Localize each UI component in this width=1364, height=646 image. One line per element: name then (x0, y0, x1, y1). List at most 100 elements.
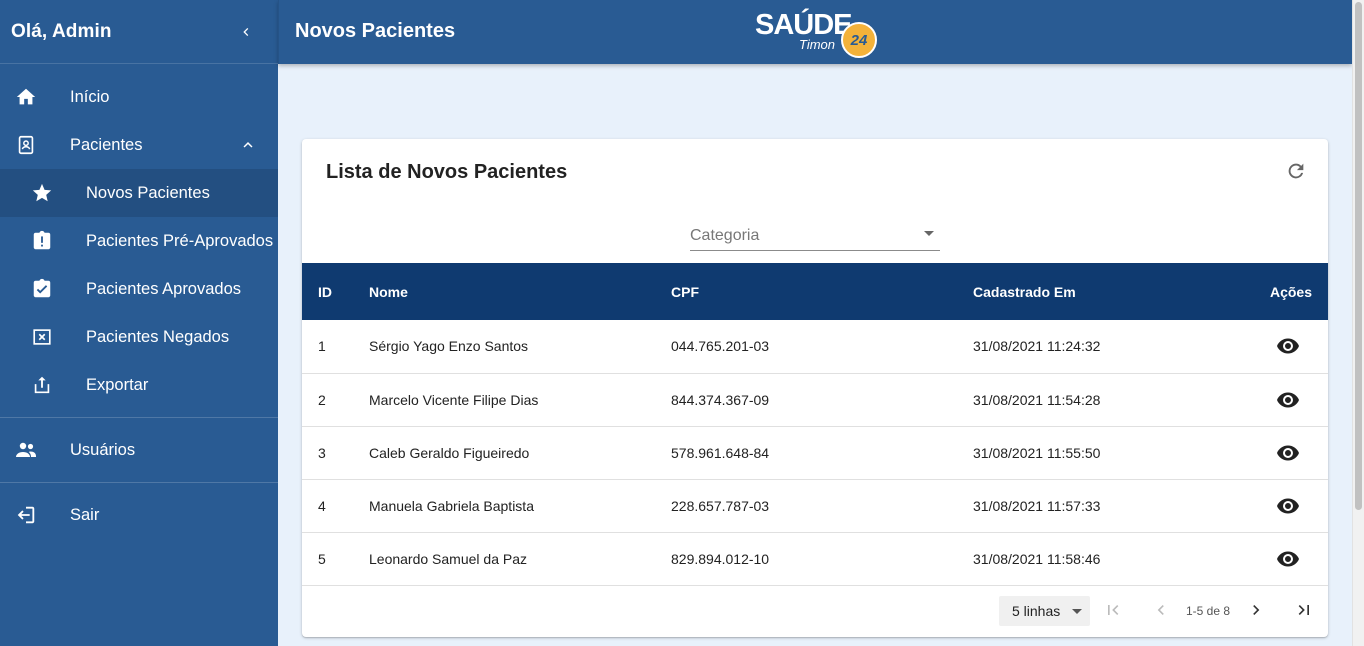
eye-icon (1277, 498, 1299, 513)
category-placeholder: Categoria (690, 227, 760, 244)
cell-cpf: 578.961.648-84 (671, 444, 770, 461)
cell-cpf: 844.374.367-09 (671, 391, 770, 408)
view-button[interactable] (1276, 441, 1300, 465)
cell-data: 31/08/2021 11:57:33 (973, 497, 1101, 514)
cell-acoes (1228, 320, 1328, 373)
card-title: Lista de Novos Pacientes (326, 161, 568, 183)
chevron-up-icon (236, 133, 260, 157)
refresh-button[interactable] (1284, 159, 1308, 183)
collapse-sidebar-button[interactable] (234, 20, 258, 44)
sidebar-item-negados[interactable]: Pacientes Negados (0, 313, 278, 361)
badge-icon (14, 133, 38, 157)
table-row: 5 Leonardo Samuel da Paz 829.894.012-10 … (302, 532, 1328, 585)
star-icon (30, 181, 54, 205)
sidebar-item-pre-aprovados[interactable]: Pacientes Pré-Aprovados (0, 217, 278, 265)
last-page-button[interactable] (1292, 598, 1316, 622)
first-page-icon (1108, 605, 1119, 615)
cell-data: 31/08/2021 11:58:46 (973, 550, 1101, 567)
next-page-button[interactable] (1244, 598, 1268, 622)
cell-data: 31/08/2021 11:55:50 (973, 444, 1101, 461)
pagination: 5 linhas 1-5 de 8 (302, 585, 1328, 637)
sidebar-divider (0, 417, 278, 418)
app-bar: Novos Pacientes SAÚDE Timon 24 (278, 0, 1352, 64)
greeting: Olá, Admin (11, 20, 112, 42)
column-header-cadastrado-em[interactable]: Cadastrado Em (957, 263, 1228, 320)
sidebar-item-label: Pacientes Aprovados (86, 279, 242, 298)
table-header-row: ID Nome CPF Cadastrado Em Ações (302, 263, 1328, 320)
table-row: 3 Caleb Geraldo Figueiredo 578.961.648-8… (302, 426, 1328, 479)
cell-cpf: 228.657.787-03 (671, 497, 770, 514)
page-scrollbar[interactable] (1352, 0, 1364, 646)
cell-data: 31/08/2021 11:54:28 (973, 391, 1101, 408)
dropdown-arrow-icon (924, 231, 934, 236)
eye-icon (1277, 551, 1299, 566)
sidebar-item-usuarios[interactable]: Usuários (0, 426, 278, 474)
chevron-left-icon (243, 27, 249, 36)
sidebar-item-inicio[interactable]: Início (0, 73, 278, 121)
cell-cpf: 829.894.012-10 (671, 550, 770, 567)
view-button[interactable] (1276, 388, 1300, 412)
view-button[interactable] (1276, 334, 1300, 358)
dropdown-arrow-icon (1072, 609, 1082, 614)
cell-id: 5 (318, 550, 326, 567)
rows-per-page-select[interactable]: 5 linhas (999, 596, 1090, 626)
cell-acoes (1228, 532, 1328, 585)
sidebar-item-label: Sair (70, 505, 100, 524)
rows-per-page-value: 5 linhas (1012, 603, 1061, 619)
logo-badge-number: 24 (850, 31, 868, 49)
chevron-right-icon (1253, 605, 1260, 615)
cell-nome: Leonardo Samuel da Paz (369, 550, 527, 567)
cell-nome: Manuela Gabriela Baptista (369, 497, 534, 514)
cell-acoes (1228, 479, 1328, 532)
cell-id: 3 (318, 444, 326, 461)
column-header-id[interactable]: ID (302, 263, 353, 320)
eye-icon (1277, 392, 1299, 407)
exit-icon (14, 503, 38, 527)
cell-acoes (1228, 373, 1328, 426)
column-header-acoes: Ações (1269, 283, 1312, 300)
cell-acoes (1228, 426, 1328, 479)
last-page-icon (1298, 605, 1309, 615)
column-header-cpf[interactable]: CPF (655, 263, 957, 320)
cell-id: 1 (318, 338, 326, 355)
sidebar-item-aprovados[interactable]: Pacientes Aprovados (0, 265, 278, 313)
logo-badge: 24 (841, 22, 877, 58)
eye-icon (1277, 445, 1299, 460)
clipboard-alert-icon (30, 229, 54, 253)
table-row: 1 Sérgio Yago Enzo Santos 044.765.201-03… (302, 320, 1328, 373)
cell-cpf: 044.765.201-03 (671, 338, 770, 355)
previous-page-button[interactable] (1149, 598, 1173, 622)
category-select[interactable]: Categoria (690, 223, 940, 251)
refresh-icon (1288, 163, 1304, 179)
sidebar-item-label: Novos Pacientes (86, 183, 210, 202)
sidebar-item-label: Pacientes Negados (86, 327, 230, 346)
sidebar-item-label: Exportar (86, 375, 149, 394)
chevron-left-icon (1157, 605, 1164, 615)
sidebar-item-sair[interactable]: Sair (0, 491, 278, 539)
sidebar: Olá, Admin Início Pacientes Novos Pacien… (0, 0, 278, 646)
close-box-icon (30, 325, 54, 349)
clipboard-check-icon (30, 277, 54, 301)
table-row: 2 Marcelo Vicente Filipe Dias 844.374.36… (302, 373, 1328, 426)
view-button[interactable] (1276, 494, 1300, 518)
page-title: Novos Pacientes (295, 20, 456, 42)
sidebar-item-novos-pacientes[interactable]: Novos Pacientes (0, 169, 278, 217)
cell-nome: Caleb Geraldo Figueiredo (369, 444, 530, 461)
app-logo: SAÚDE Timon 24 (755, 9, 881, 59)
table-row: 4 Manuela Gabriela Baptista 228.657.787-… (302, 479, 1328, 532)
cell-data: 31/08/2021 11:24:32 (973, 338, 1101, 355)
first-page-button[interactable] (1101, 598, 1125, 622)
cell-nome: Marcelo Vicente Filipe Dias (369, 391, 539, 408)
sidebar-item-label: Início (70, 87, 110, 106)
logo-subtitle: Timon (799, 37, 836, 52)
column-header-nome[interactable]: Nome (353, 263, 655, 320)
sidebar-item-pacientes[interactable]: Pacientes (0, 121, 278, 169)
scrollbar-thumb[interactable] (1355, 2, 1362, 510)
sidebar-item-label: Pacientes (70, 135, 143, 154)
view-button[interactable] (1276, 547, 1300, 571)
patients-table: ID Nome CPF Cadastrado Em Ações 1 Sérgio… (302, 263, 1328, 586)
sidebar-divider (0, 482, 278, 483)
page-range: 1-5 de 8 (1186, 604, 1231, 618)
sidebar-item-exportar[interactable]: Exportar (0, 361, 278, 409)
cell-id: 4 (318, 497, 326, 514)
